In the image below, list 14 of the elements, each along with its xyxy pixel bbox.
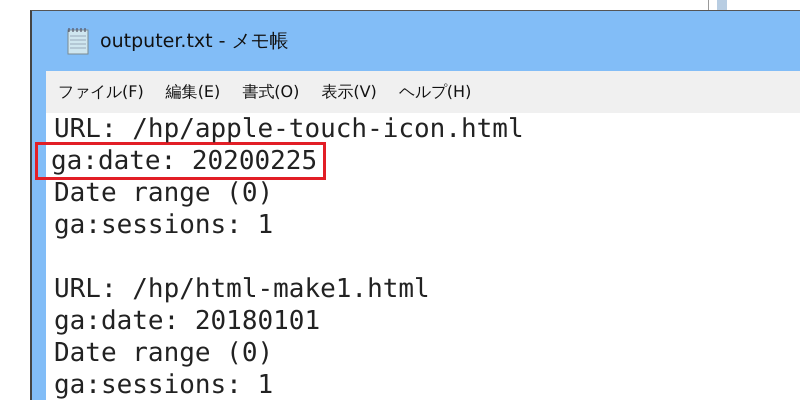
menu-item[interactable]: 表示(V) — [321, 82, 377, 102]
text-line: ga:date: 20180101 — [54, 305, 320, 337]
text-line: URL: /hp/apple-touch-icon.html — [54, 113, 524, 145]
text-line: ga:sessions: 1 — [54, 209, 274, 241]
text-line: Date range (0) — [54, 337, 274, 369]
text-line: ga:sessions: 1 — [54, 369, 274, 400]
menu-item[interactable]: 書式(O) — [242, 82, 300, 102]
text-line: Date range (0) — [54, 177, 274, 209]
text-line: URL: /hp/html-make1.html — [54, 273, 430, 305]
notepad-icon — [66, 27, 90, 55]
window-title: outputer.txt - メモ帳 — [100, 29, 289, 54]
menu-item[interactable]: ヘルプ(H) — [398, 82, 472, 102]
menu-item[interactable]: ファイル(F) — [58, 82, 144, 102]
menu-item[interactable]: 編集(E) — [166, 82, 220, 102]
